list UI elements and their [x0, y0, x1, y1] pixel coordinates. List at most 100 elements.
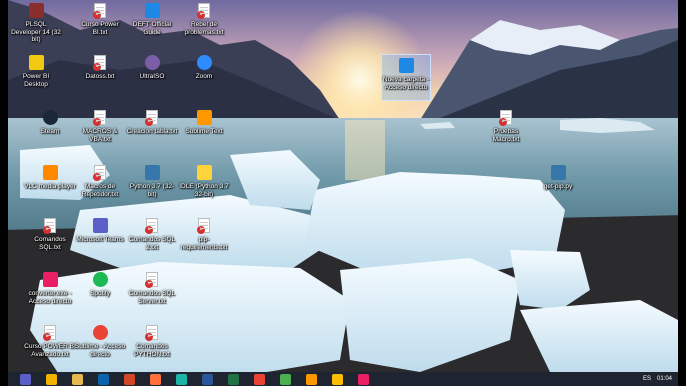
firefox-taskbar-icon[interactable] [146, 373, 164, 385]
powerpoint-taskbar-icon[interactable] [120, 373, 138, 385]
desktop-icon[interactable]: × pip-requirements.txt [178, 218, 230, 251]
desktop-icon-label: Rebel de problemas.txt [184, 21, 224, 36]
chrome2-taskbar-icon[interactable] [328, 373, 346, 385]
explorer-taskbar-icon[interactable] [42, 373, 60, 385]
desktop-icon-label: Macros de Repetidor.txt [81, 183, 119, 198]
edge-taskbar-icon[interactable] [172, 373, 190, 385]
taskbar-apps [8, 373, 380, 385]
folder-taskbar-icon[interactable] [68, 373, 86, 385]
shortcut-icon [144, 3, 160, 19]
desktop-icon-label: Curso POWER BI Avanzado.txt [24, 343, 76, 358]
text-file-icon: × [498, 110, 514, 126]
desktop-icon[interactable]: Sublime - Acceso directo [74, 325, 126, 358]
language-indicator[interactable]: ES [643, 376, 651, 382]
desktop-icon[interactable]: × Datoss.txt [74, 55, 126, 81]
teams-taskbar-icon[interactable] [16, 373, 34, 385]
text-file-icon: × [92, 55, 108, 71]
clock[interactable]: 01:04 [657, 376, 672, 382]
desktop-icon-label: Sublime Text [185, 128, 223, 135]
desktop-icon[interactable]: Power BI Desktop [10, 55, 62, 88]
text-file-icon: × [196, 218, 212, 234]
text-file-icon: × [144, 325, 160, 341]
desktop-icon-label: Creacion tabla.txt [126, 128, 178, 135]
desktop-icon[interactable]: × Curso Power BI.txt [74, 3, 126, 36]
desktop-icon-label: Microsoft Teams [76, 236, 124, 243]
desktop-icon[interactable]: × Comandos SQL Server.txt [126, 272, 178, 305]
desktop-icon-label: PLSQL Developer 14 (32 bit) [11, 21, 61, 43]
desktop-icon-label: Spotify [90, 290, 110, 297]
desktop-icon-label: IDLE (Python 3.7 32-bit) [179, 183, 229, 198]
desktop-icon[interactable]: Microsoft Teams [74, 218, 126, 244]
text-file-icon: × [92, 3, 108, 19]
desktop-icon[interactable]: × MACROS & VBA.txt [74, 110, 126, 143]
outlook-taskbar-icon[interactable] [94, 373, 112, 385]
desktop-icon-label: Comandos SQL.txt [34, 236, 66, 251]
app-taskbar-icon[interactable] [354, 373, 372, 385]
vlc-icon [42, 165, 58, 181]
desktop-icon[interactable]: VLC media player [24, 165, 76, 191]
desktop-icon-label: Power BI Desktop [22, 73, 50, 88]
desktop-icon-label: Nueva carpeta - Acceso directo [382, 76, 430, 91]
desktop-icon[interactable]: × Comandos PYTHON.txt [126, 325, 178, 358]
taskbar: ES 01:04 [8, 372, 678, 386]
text-file-icon: × [42, 325, 58, 341]
tv-taskbar-icon[interactable] [276, 373, 294, 385]
desktop-icon[interactable]: × Macros de Repetidor.txt [74, 165, 126, 198]
chrome-taskbar-icon[interactable] [250, 373, 268, 385]
desktop-icon[interactable]: Spotify [74, 272, 126, 298]
desktop-icon[interactable]: PLSQL Developer 14 (32 bit) [10, 3, 62, 44]
desktop-icon-label: Curso Power BI.txt [81, 21, 119, 36]
desktop-icon[interactable]: × Creacion tabla.txt [126, 110, 178, 136]
desktop-icon[interactable]: IDLE (Python 3.7 32-bit) [178, 165, 230, 198]
desktop-icon-label: Comandos SQL 2.txt [128, 236, 176, 251]
selected-shortcut-icon [398, 58, 414, 74]
text-file-icon: × [144, 110, 160, 126]
desktop-icon[interactable]: Python 3.7 (32-bit) [126, 165, 178, 198]
desktop-icon[interactable]: UltraISO [126, 55, 178, 81]
steam-icon [42, 110, 58, 126]
plsql-icon [28, 3, 44, 19]
text-file-icon: × [144, 272, 160, 288]
system-tray: ES 01:04 [643, 376, 678, 382]
desktop-icon-label: Datoss.txt [85, 73, 115, 80]
text-file-icon: × [144, 218, 160, 234]
desktop-icon-label: converter.exe - Acceso directo [28, 290, 72, 305]
desktop-icon-label: Steam [40, 128, 60, 135]
desktop-icon[interactable]: × Comandos SQL 2.txt [126, 218, 178, 251]
desktop-icon[interactable]: get-pip.py [532, 165, 584, 191]
desktop-icon[interactable]: × Pruebas Macro.txt [480, 110, 532, 143]
desktop-icon-label: Pruebas Macro.txt [492, 128, 520, 143]
desktop-icon-label: Zoom [195, 73, 213, 80]
desktop-icon[interactable]: DEFT Official Guide [126, 3, 178, 36]
text-file-icon: × [42, 218, 58, 234]
text-file-icon: × [92, 110, 108, 126]
desktop-icon[interactable]: converter.exe - Acceso directo [24, 272, 76, 305]
zoom-icon [196, 55, 212, 71]
desktop-icon-label: UltraISO [139, 73, 165, 80]
desktop-icon[interactable]: Zoom [178, 55, 230, 81]
sublime-taskbar-icon[interactable] [302, 373, 320, 385]
desktop-icon[interactable]: × Rebel de problemas.txt [178, 3, 230, 36]
idle-icon [196, 165, 212, 181]
text-file-icon: × [196, 3, 212, 19]
desktop-icon-label: Python 3.7 (32-bit) [129, 183, 175, 198]
desktop-icon-label: get-pip.py [543, 183, 573, 190]
desktop-icon[interactable]: Sublime Text [178, 110, 230, 136]
ultraiso-icon [144, 55, 160, 71]
desktop-icon[interactable]: × Curso POWER BI Avanzado.txt [24, 325, 76, 358]
desktop-icon-label: pip-requirements.txt [180, 236, 228, 251]
desktop-icon-label: DEFT Official Guide [132, 21, 172, 36]
text-file-icon: × [92, 165, 108, 181]
spotify-icon [92, 272, 108, 288]
word-taskbar-icon[interactable] [198, 373, 216, 385]
desktop-icon-label: VLC media player [24, 183, 76, 190]
excel-taskbar-icon[interactable] [224, 373, 242, 385]
desktop-icon[interactable]: × Comandos SQL.txt [24, 218, 76, 251]
desktop-icon-label: Comandos SQL Server.txt [128, 290, 176, 305]
desktop-icon[interactable]: Steam [24, 110, 76, 136]
sublime-icon [196, 110, 212, 126]
desktop-icon-label: Comandos PYTHON.txt [134, 343, 170, 358]
desktop-icon[interactable]: Nueva carpeta - Acceso directo [381, 54, 431, 101]
desktop-icon-label: Sublime - Acceso directo [74, 343, 126, 358]
chrome-icon [92, 325, 108, 341]
